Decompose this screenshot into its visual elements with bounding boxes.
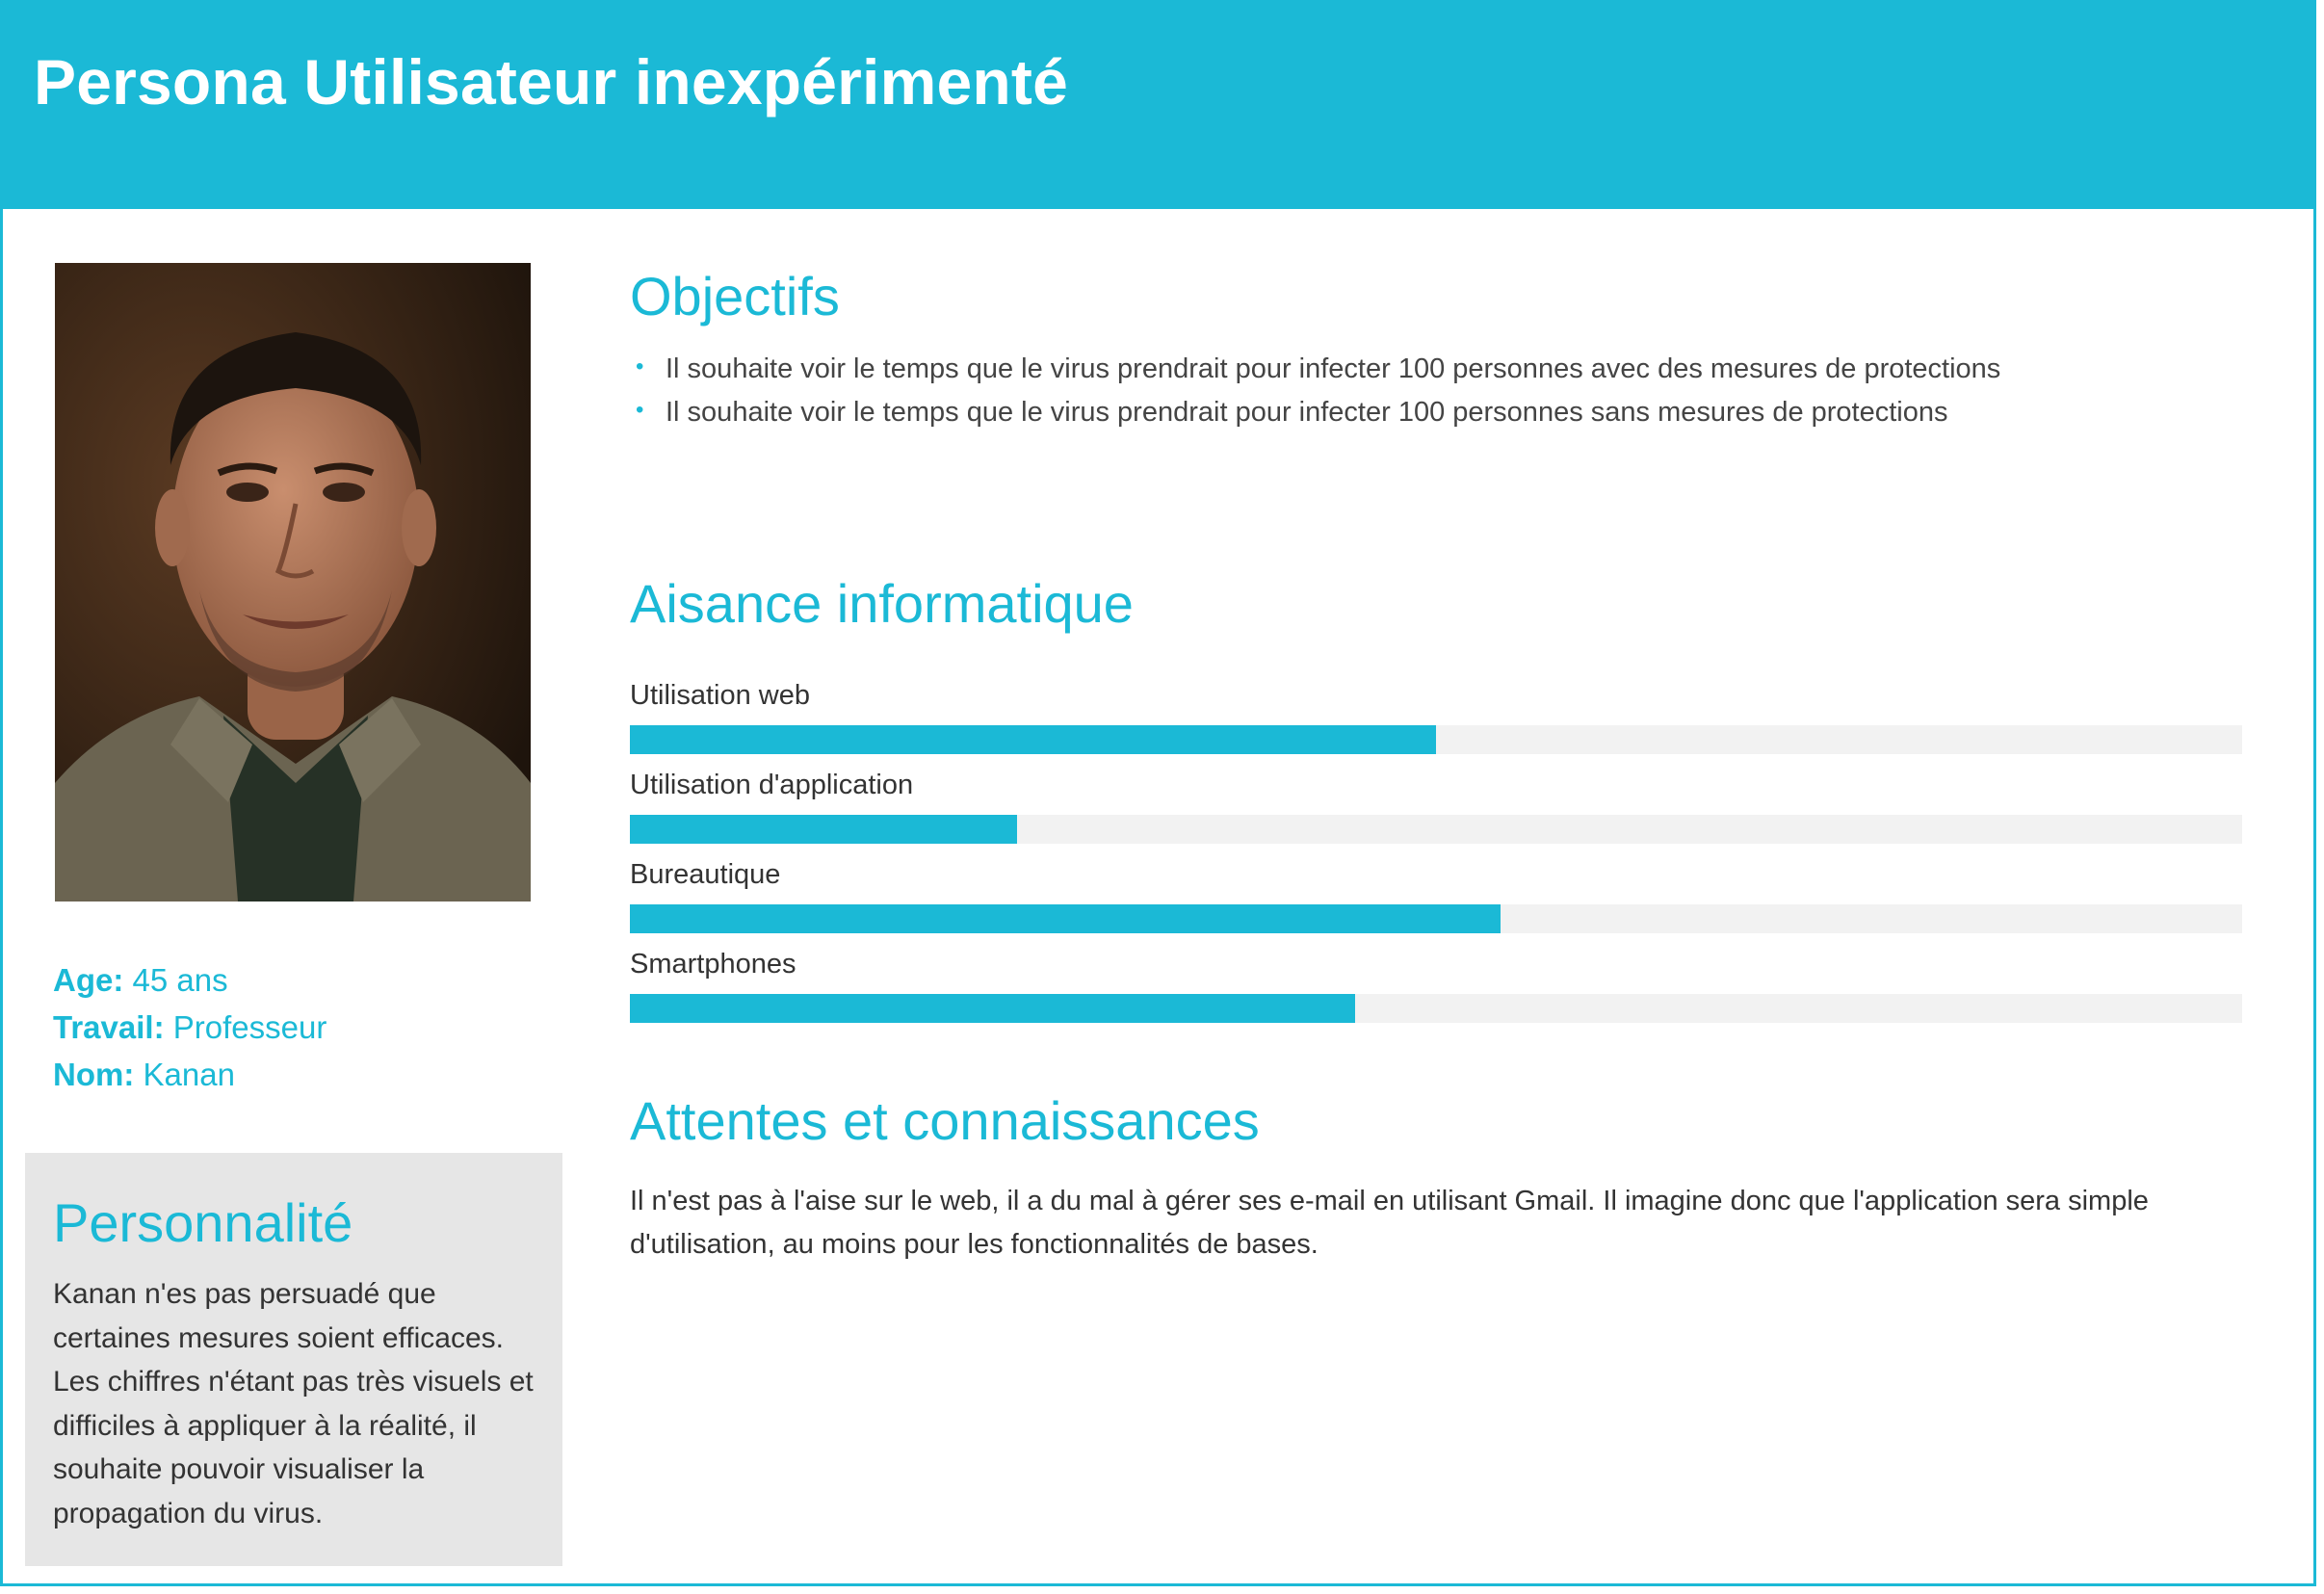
skill-label: Smartphones — [630, 949, 796, 980]
info-name-key: Nom: — [53, 1057, 135, 1092]
skill-track — [630, 904, 2242, 933]
skill-level-bar — [630, 904, 1501, 933]
info-job-key: Travail: — [53, 1009, 165, 1045]
info-name: Nom: Kanan — [53, 1057, 535, 1104]
page-title: Persona Utilisateur inexpérimenté — [34, 46, 1068, 118]
skill-level-bar — [630, 994, 1356, 1023]
objectives-list: • Il souhaite voir le temps que le virus… — [634, 353, 2000, 440]
skill-office: Bureautique — [630, 859, 2242, 949]
persona-card: Persona Utilisateur inexpérimenté Age: 4… — [0, 0, 2316, 1586]
skill-applications: Utilisation d'application — [630, 770, 2242, 859]
skill-level-bar — [630, 815, 1017, 844]
info-job: Travail: Professeur — [53, 1009, 535, 1057]
objective-item: • Il souhaite voir le temps que le virus… — [634, 353, 2000, 397]
objective-item: • Il souhaite voir le temps que le virus… — [634, 397, 2000, 440]
info-job-value: Professeur — [172, 1009, 327, 1045]
objectives-title: Objectifs — [630, 266, 840, 327]
header-banner: Persona Utilisateur inexpérimenté — [3, 3, 2313, 209]
persona-photo — [55, 263, 531, 902]
persona-info: Age: 45 ans Travail: Professeur Nom: Kan… — [53, 962, 535, 1104]
skill-label: Bureautique — [630, 859, 781, 890]
skill-level-bar — [630, 725, 1436, 754]
skills-title: Aisance informatique — [630, 573, 1134, 634]
personality-title: Personnalité — [53, 1192, 353, 1253]
personality-text: Kanan n'es pas persuadé que certaines me… — [53, 1278, 534, 1529]
skill-track — [630, 994, 2242, 1023]
personality-panel: Personnalité Kanan n'es pas persuadé que… — [25, 1153, 562, 1566]
skill-smartphones: Smartphones — [630, 949, 2242, 1038]
expectations-title: Attentes et connaissances — [630, 1090, 1260, 1151]
expectations-text: Il n'est pas à l'aise sur le web, il a d… — [630, 1186, 2149, 1260]
info-age-value: 45 ans — [132, 962, 228, 998]
objective-text: Il souhaite voir le temps que le virus p… — [666, 397, 1948, 428]
skill-label: Utilisation web — [630, 680, 810, 711]
skill-track — [630, 725, 2242, 754]
info-age: Age: 45 ans — [53, 962, 535, 1009]
skill-track — [630, 815, 2242, 844]
skills-list: Utilisation web Utilisation d'applicatio… — [630, 680, 2242, 1038]
objective-text: Il souhaite voir le temps que le virus p… — [666, 353, 2001, 384]
info-age-key: Age: — [53, 962, 124, 998]
skill-web: Utilisation web — [630, 680, 2242, 770]
skill-label: Utilisation d'application — [630, 770, 914, 800]
bullet-icon: • — [636, 397, 644, 423]
info-name-value: Kanan — [143, 1057, 235, 1092]
bullet-icon: • — [636, 353, 644, 379]
